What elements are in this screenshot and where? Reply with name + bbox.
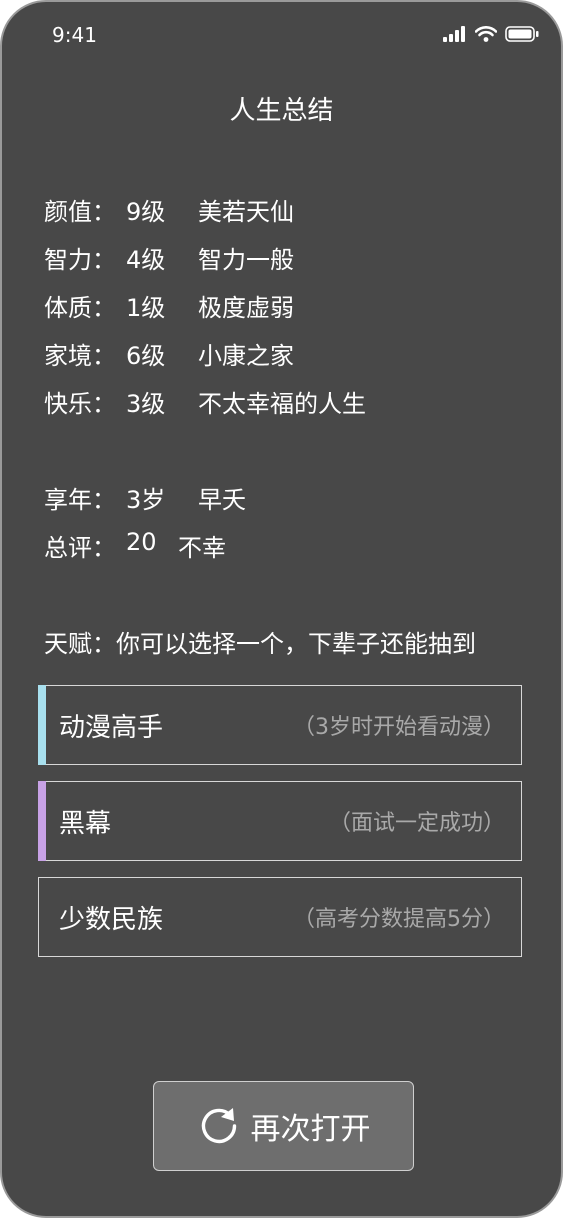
attribute-key: 颜值： [44,198,116,226]
attribute-desc: 美若天仙 [198,198,294,226]
talent-option-ethnic-minority[interactable]: 少数民族 （高考分数提高5分） [38,877,522,957]
talent-accent-bar [38,685,46,765]
attribute-desc: 极度虚弱 [198,294,294,322]
status-time: 9:41 [52,23,97,47]
wifi-icon [475,26,497,42]
attribute-row-happiness: 快乐： 3级 不太幸福的人生 [44,384,366,419]
rating-key: 总评： [44,534,116,562]
talent-desc: （3岁时开始看动漫） [293,715,505,740]
attribute-level: 3级 [126,390,166,418]
talent-option-insider[interactable]: 黑幕 （面试一定成功） [38,781,522,861]
attribute-level: 6级 [126,342,166,370]
talent-option-anime-expert[interactable]: 动漫高手 （3岁时开始看动漫） [38,685,522,765]
attribute-level: 9级 [126,198,166,226]
talent-prompt: 天赋：你可以选择一个，下辈子还能抽到 [44,630,476,658]
attribute-row-physique: 体质： 1级 极度虚弱 [44,288,294,323]
refresh-icon [201,1108,236,1144]
attribute-row-intelligence: 智力： 4级 智力一般 [44,240,294,275]
talent-name: 少数民族 [59,904,164,935]
restart-button[interactable]: 再次打开 [153,1081,414,1171]
signal-icon [443,26,465,42]
talent-desc: （高考分数提高5分） [293,907,505,932]
attribute-row-family: 家境： 6级 小康之家 [44,336,294,371]
attribute-key: 智力： [44,246,116,274]
attribute-level: 4级 [126,246,166,274]
attribute-key: 快乐： [44,390,116,418]
lifespan-key: 享年： [44,486,116,514]
status-icons [443,26,539,42]
attribute-key: 家境： [44,342,116,370]
lifespan-value: 3岁 [126,486,166,514]
talent-desc: （面试一定成功） [328,811,505,836]
attribute-level: 1级 [126,294,166,322]
attribute-key: 体质： [44,294,116,322]
page-title: 人生总结 [229,96,334,126]
restart-button-label: 再次打开 [250,1112,371,1147]
attribute-desc: 智力一般 [198,246,294,274]
lifespan-desc: 早夭 [198,486,246,514]
lifespan-row: 享年： 3岁 早夭 [44,480,246,515]
attribute-row-appearance: 颜值： 9级 美若天仙 [44,192,294,227]
battery-icon [505,26,539,42]
talent-name: 黑幕 [59,808,112,839]
rating-value: 20 [126,528,157,556]
attribute-desc: 小康之家 [198,342,294,370]
rating-desc: 不幸 [178,534,226,562]
rating-row: 总评： 20 不幸 [44,528,226,563]
phone-frame: 9:41 人生总结 颜值： 9级 美若天仙 智力： 4级 智力一般 体质： 1级 [0,0,563,1218]
talent-accent-bar [38,781,46,861]
talent-name: 动漫高手 [59,712,164,743]
attribute-desc: 不太幸福的人生 [198,390,366,418]
